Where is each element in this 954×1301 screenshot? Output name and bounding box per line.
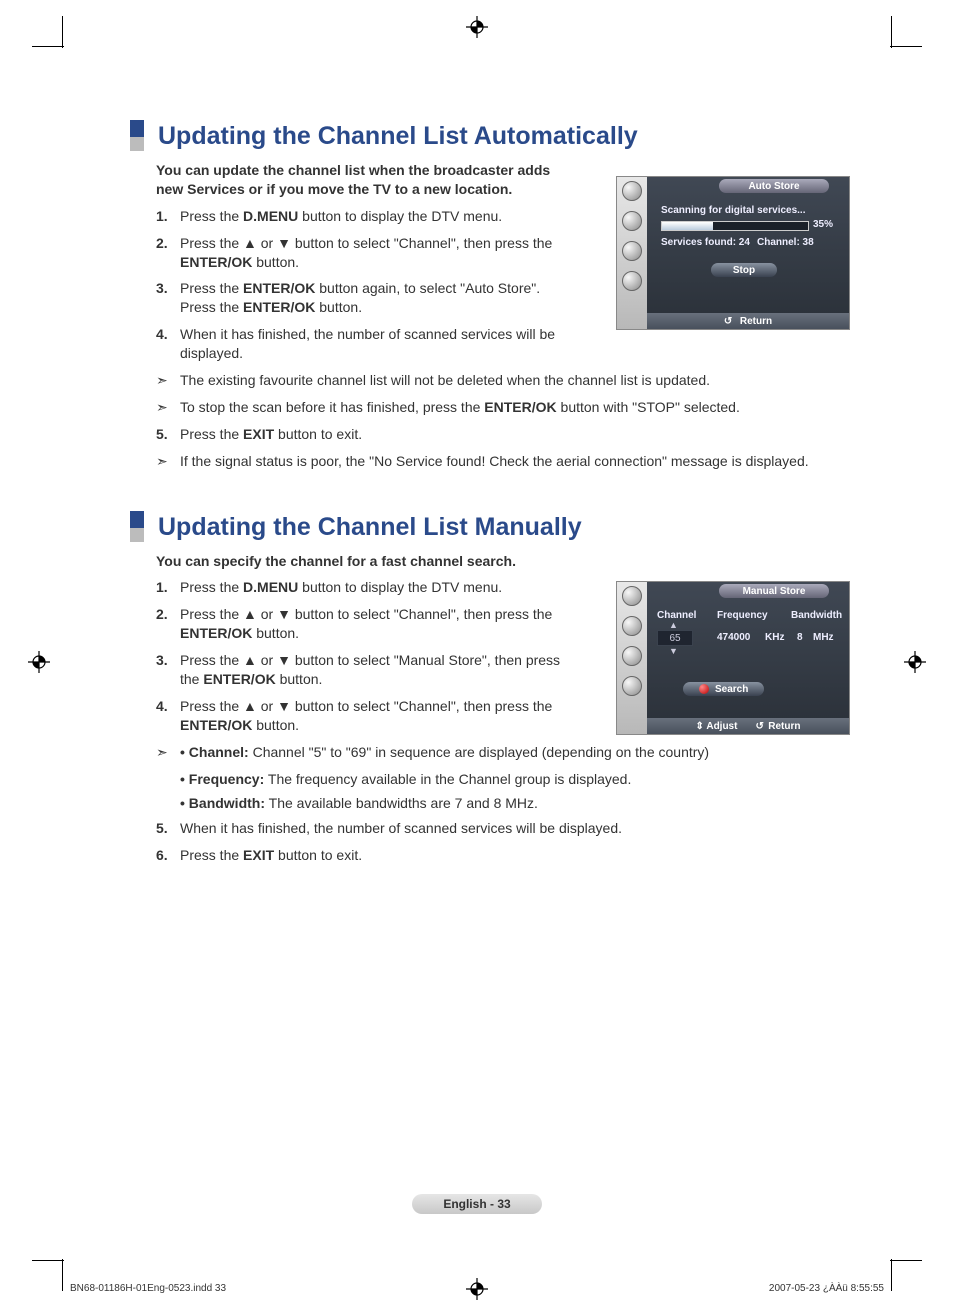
osd-services-found: Services found: 24 bbox=[661, 237, 750, 248]
osd-progress-percent: 35% bbox=[813, 219, 833, 230]
osd-footer: ⇕ Adjust ↺ Return bbox=[647, 718, 849, 734]
osd-status-text: Scanning for digital services... bbox=[661, 205, 806, 216]
step-item: 2.Press the ▲ or ▼ button to select "Cha… bbox=[156, 605, 576, 643]
osd-nav-icon bbox=[622, 646, 642, 666]
registration-mark-icon bbox=[466, 16, 488, 38]
step-item: 4.When it has finished, the number of sc… bbox=[156, 325, 576, 363]
step-item: 6.Press the EXIT button to exit. bbox=[156, 846, 850, 865]
adjust-icon: ⇕ bbox=[696, 721, 704, 732]
step-item: 4.Press the ▲ or ▼ button to select "Cha… bbox=[156, 697, 576, 735]
osd-bandwidth-value: 8 bbox=[797, 632, 803, 643]
section-title: Updating the Channel List Automatically bbox=[158, 120, 638, 151]
section-intro: You can specify the channel for a fast c… bbox=[156, 552, 576, 571]
note-arrow-icon: ➣ bbox=[156, 743, 180, 762]
note-arrow-icon: ➣ bbox=[156, 452, 180, 471]
accent-bar-icon bbox=[130, 511, 144, 542]
footer-timestamp: 2007-05-23 ¿ÀÀü 8:55:55 bbox=[769, 1283, 884, 1294]
step-item: 5.When it has finished, the number of sc… bbox=[156, 819, 850, 838]
bullet-item: • Bandwidth: The available bandwidths ar… bbox=[180, 794, 850, 813]
osd-footer: ↺Return bbox=[647, 313, 849, 329]
osd-frequency-unit: KHz bbox=[765, 632, 784, 643]
osd-nav-icon bbox=[622, 676, 642, 696]
section-header-auto: Updating the Channel List Automatically bbox=[130, 120, 850, 151]
osd-bandwidth-unit: MHz bbox=[813, 632, 834, 643]
step-item: 1.Press the D.MENU button to display the… bbox=[156, 207, 576, 226]
step-item: 1.Press the D.MENU button to display the… bbox=[156, 578, 576, 597]
osd-stop-button[interactable]: Stop bbox=[711, 263, 777, 277]
osd-progress-bar bbox=[661, 221, 809, 231]
note-arrow-icon: ➣ bbox=[156, 371, 180, 390]
arrow-down-icon: ▼ bbox=[669, 646, 678, 656]
osd-channel-value[interactable]: 65 bbox=[657, 630, 693, 646]
osd-col-header: Frequency bbox=[717, 610, 768, 621]
osd-nav-icon bbox=[622, 181, 642, 201]
note-arrow-icon: ➣ bbox=[156, 398, 180, 417]
registration-mark-icon bbox=[28, 651, 50, 673]
osd-nav-icon bbox=[622, 241, 642, 261]
osd-frequency-value: 474000 bbox=[717, 632, 750, 643]
red-dot-icon bbox=[699, 684, 709, 694]
section-title: Updating the Channel List Manually bbox=[158, 511, 582, 542]
osd-auto-store: Auto Store Scanning for digital services… bbox=[616, 176, 850, 330]
osd-channel-num: Channel: 38 bbox=[757, 237, 814, 248]
note-item: ➣The existing favourite channel list wil… bbox=[156, 371, 850, 390]
step-item: 3.Press the ▲ or ▼ button to select "Man… bbox=[156, 651, 576, 689]
osd-nav-icon bbox=[622, 586, 642, 606]
step-item: 5.Press the EXIT button to exit. bbox=[156, 425, 850, 444]
accent-bar-icon bbox=[130, 120, 144, 151]
note-item: ➣If the signal status is poor, the "No S… bbox=[156, 452, 850, 471]
footer-filename: BN68-01186H-01Eng-0523.indd 33 bbox=[70, 1283, 226, 1294]
note-item: ➣To stop the scan before it has finished… bbox=[156, 398, 850, 417]
return-icon: ↺ bbox=[755, 721, 765, 731]
osd-tab: Auto Store bbox=[719, 179, 829, 193]
registration-mark-icon bbox=[904, 651, 926, 673]
page-number-pill: English - 33 bbox=[412, 1194, 542, 1214]
osd-tab: Manual Store bbox=[719, 584, 829, 598]
section-header-manual: Updating the Channel List Manually bbox=[130, 511, 850, 542]
osd-col-header: Bandwidth bbox=[791, 610, 842, 621]
osd-nav-icon bbox=[622, 271, 642, 291]
step-item: 2.Press the ▲ or ▼ button to select "Cha… bbox=[156, 234, 576, 272]
registration-mark-icon bbox=[466, 1278, 488, 1300]
osd-nav-icon bbox=[622, 211, 642, 231]
osd-manual-store: Manual Store Channel Frequency Bandwidth… bbox=[616, 581, 850, 735]
bullet-item: • Frequency: The frequency available in … bbox=[180, 770, 850, 789]
arrow-up-icon: ▲ bbox=[669, 620, 678, 630]
osd-search-button[interactable]: Search bbox=[683, 682, 764, 696]
osd-nav-icon bbox=[622, 616, 642, 636]
section-intro: You can update the channel list when the… bbox=[156, 161, 576, 199]
return-icon: ↺ bbox=[724, 316, 734, 326]
step-item: 3.Press the ENTER/OK button again, to se… bbox=[156, 279, 576, 317]
note-item: ➣ • Channel: Channel "5" to "69" in sequ… bbox=[156, 743, 850, 762]
